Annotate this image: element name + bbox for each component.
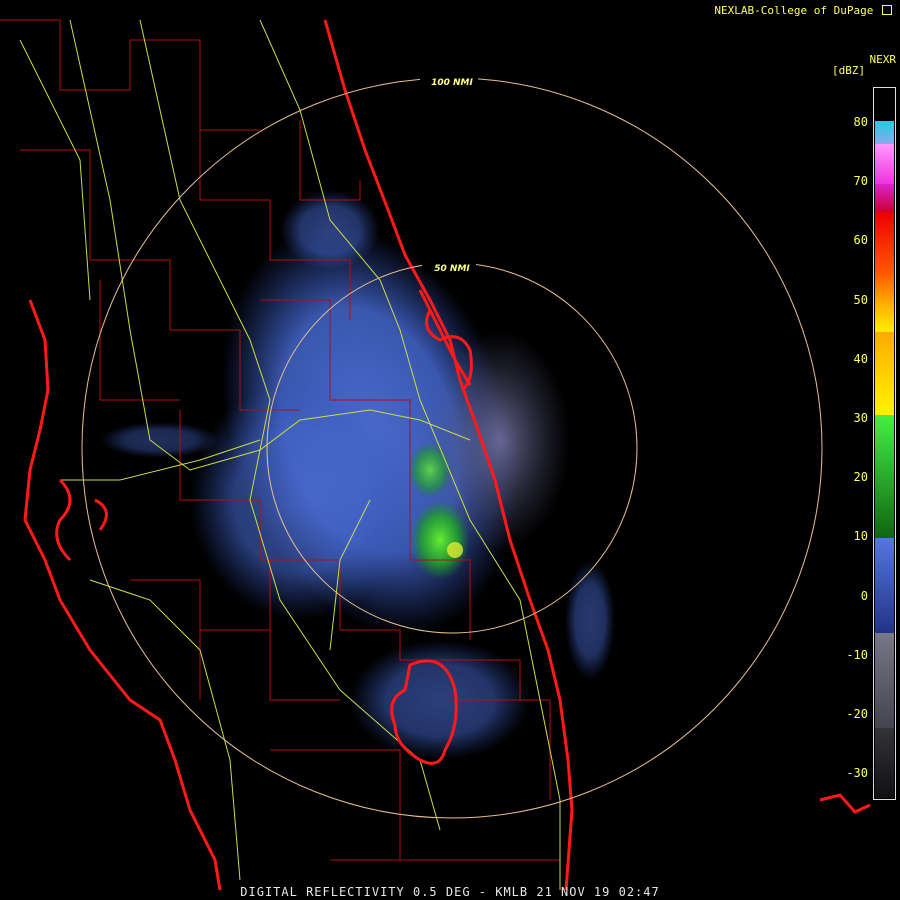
scale-pink	[875, 144, 894, 184]
scale-orange-yellow	[875, 332, 894, 408]
scale-tick-label: 70	[853, 174, 868, 189]
credit-text: NEXLAB-College of DuPage	[714, 4, 874, 17]
range-label-100: 100 NMI	[431, 78, 473, 88]
scale-yellow-green	[875, 408, 894, 415]
legend-unit: [dBZ]	[832, 64, 866, 77]
scale-tick-label: 40	[853, 351, 868, 366]
scale-tick-label: 20	[853, 470, 868, 485]
credit-line[interactable]: NEXLAB-College of DuPage	[714, 4, 892, 17]
scale-tick-label: -10	[846, 647, 868, 662]
external-link-icon	[882, 5, 892, 15]
radar-map: 100 NMI 50 NMI	[0, 19, 871, 891]
scale-tick-label: 60	[853, 233, 868, 248]
product-caption: DIGITAL REFLECTIVITY 0.5 DEG - KMLB 21 N…	[240, 885, 660, 899]
color-scale-bar	[873, 87, 896, 800]
scale-gray	[875, 633, 894, 728]
scale-dark	[875, 728, 894, 798]
scale-tick-label: 80	[853, 115, 868, 129]
scale-tick-label: 50	[853, 292, 868, 307]
scale-blue	[875, 538, 894, 633]
scale-tick-label: -30	[846, 766, 868, 781]
scale-tick-label: 30	[853, 411, 868, 425]
range-label-50: 50 NMI	[434, 264, 470, 274]
scale-cyan	[875, 121, 894, 144]
legend-product: NEXR	[869, 53, 897, 66]
scale-magenta	[875, 184, 894, 212]
scale-green	[875, 415, 894, 538]
scale-tick-label: 0	[860, 588, 868, 603]
scale-orange	[875, 272, 894, 332]
scale-tick-label: 10	[853, 529, 868, 544]
scale-tick-label: -20	[846, 707, 868, 721]
reflectivity-echoes	[100, 190, 615, 760]
scale-red	[875, 212, 894, 272]
